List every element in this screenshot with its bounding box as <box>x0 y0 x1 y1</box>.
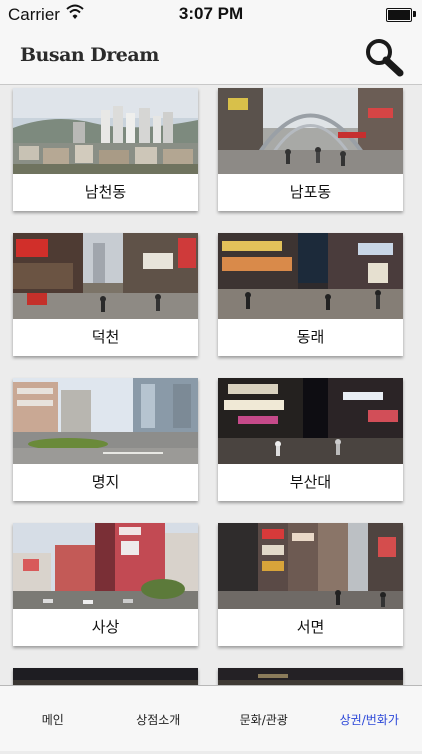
district-card-seomyeon[interactable]: 서면 <box>218 523 403 646</box>
department-store-icon <box>13 523 198 609</box>
district-card-deokcheon[interactable]: 덕천 <box>13 233 198 356</box>
night-street-icon <box>218 233 403 319</box>
district-card-myeongji[interactable]: 명지 <box>13 378 198 501</box>
battery-cap <box>413 11 416 17</box>
search-icon[interactable] <box>362 36 404 78</box>
district-card-partial[interactable] <box>13 668 198 685</box>
district-grid: 남천동 남포동 <box>0 85 422 685</box>
shopping-street-icon <box>13 233 198 319</box>
district-card-partial[interactable] <box>218 668 403 685</box>
tab-districts[interactable]: 상권/번화가 <box>317 686 422 751</box>
district-card-dongnae[interactable]: 동래 <box>218 233 403 356</box>
neon-alley-icon <box>218 378 403 464</box>
road-buildings-icon <box>13 378 198 464</box>
tab-culture-tourism[interactable]: 문화/관광 <box>211 686 317 751</box>
district-card-busan-univ[interactable]: 부산대 <box>218 378 403 501</box>
district-label: 서면 <box>218 609 403 646</box>
district-label: 덕천 <box>13 319 198 356</box>
district-label: 동래 <box>218 319 403 356</box>
status-bar: Carrier 3:07 PM <box>0 0 422 30</box>
district-card-namcheon[interactable]: 남천동 <box>13 88 198 211</box>
district-label: 사상 <box>13 609 198 646</box>
district-card-sasang[interactable]: 사상 <box>13 523 198 646</box>
district-label: 명지 <box>13 464 198 501</box>
market-arch-street-icon <box>218 88 403 174</box>
signboard-street-icon <box>218 523 403 609</box>
district-label: 부산대 <box>218 464 403 501</box>
district-photo-partial <box>13 668 198 685</box>
district-label: 남포동 <box>218 174 403 211</box>
tab-bar: 메인 상점소개 문화/관광 상권/번화가 <box>0 685 422 751</box>
district-label: 남천동 <box>13 174 198 211</box>
battery-icon <box>386 8 412 22</box>
district-card-nampo[interactable]: 남포동 <box>218 88 403 211</box>
tab-main[interactable]: 메인 <box>0 686 106 751</box>
nav-bar: Busan Dream <box>0 30 422 85</box>
district-photo-partial <box>218 668 403 685</box>
tab-shops[interactable]: 상점소개 <box>106 686 212 751</box>
clock: 3:07 PM <box>0 4 422 24</box>
city-skyline-icon <box>13 88 198 174</box>
app-title: Busan Dream <box>20 44 159 66</box>
